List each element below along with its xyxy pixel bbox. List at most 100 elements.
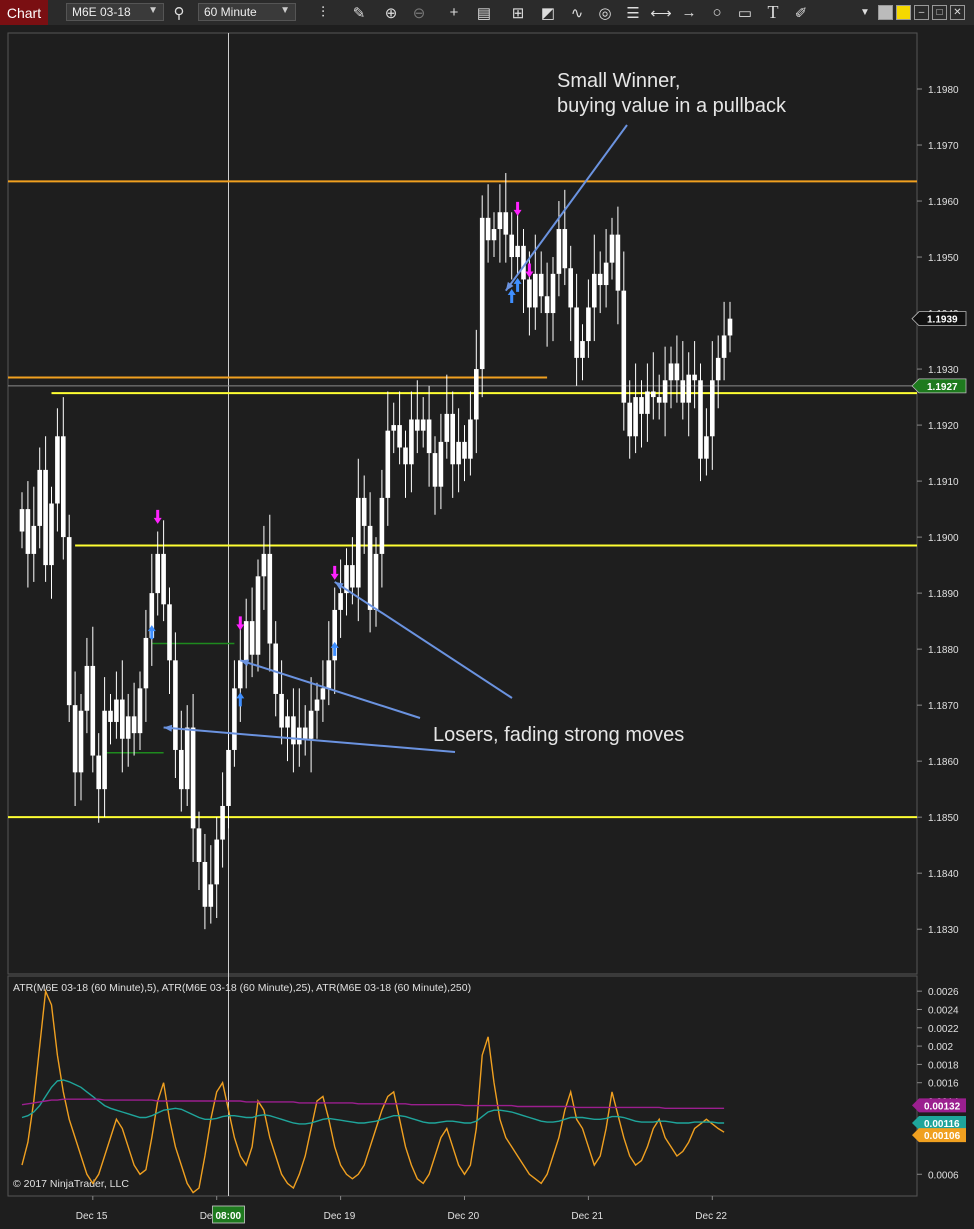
minimize-icon[interactable]: –: [914, 5, 929, 20]
candle-body: [662, 380, 668, 403]
candle-body: [544, 296, 550, 314]
candle-body: [474, 369, 479, 420]
zoom-out-icon[interactable]: ⊖: [408, 0, 430, 25]
candle-body: [556, 229, 562, 274]
candle-body: [379, 497, 385, 554]
wave-icon[interactable]: ∿: [566, 0, 588, 25]
candle-body: [143, 637, 149, 689]
candle-body: [633, 397, 638, 437]
candle-body: [686, 374, 691, 403]
atr-tick-label: 0.0016: [928, 1079, 959, 1090]
maximize-icon[interactable]: □: [932, 5, 947, 20]
interval-label: 60 Minute: [204, 5, 257, 19]
price-tick-label: 1.1960: [928, 197, 959, 208]
price-tick-label: 1.1830: [928, 925, 959, 936]
candle-body: [214, 839, 219, 885]
candle-body: [597, 273, 603, 286]
candle-body: [31, 525, 37, 554]
candle-body: [403, 447, 408, 465]
instrument-selector[interactable]: M6E 03-18 ▼: [66, 3, 164, 21]
candle-body: [202, 861, 208, 907]
atr-panel-label: ATR(M6E 03-18 (60 Minute),5), ATR(M6E 03…: [13, 982, 471, 994]
chart-toolbar: Chart M6E 03-18 ▼ ⚲ 60 Minute ▼ ⫶ ✎ ⊕ ⊖ …: [0, 0, 974, 26]
instrument-label: M6E 03-18: [72, 5, 131, 19]
copyright-label: © 2017 NinjaTrader, LLC: [13, 1178, 129, 1190]
candle-body: [114, 699, 119, 722]
close-icon[interactable]: ✕: [950, 5, 965, 20]
annotation-winner-line1: Small Winner,: [557, 70, 680, 92]
candle-body: [19, 509, 25, 532]
price-badge-label: 1.1939: [927, 315, 958, 326]
candle-body: [285, 716, 290, 728]
time-tick-label: Dec 15: [76, 1211, 108, 1222]
candle-body: [485, 217, 491, 241]
candle-body: [314, 699, 320, 711]
templates-icon[interactable]: ☰: [622, 0, 644, 25]
candle-body: [167, 604, 172, 661]
candle-body: [426, 419, 432, 454]
candle-body: [356, 497, 361, 588]
candle-body: [338, 593, 343, 610]
candle-body: [320, 688, 326, 700]
tools-icon[interactable]: ✐: [790, 0, 812, 25]
properties-icon[interactable]: ◎: [594, 0, 616, 25]
candle-body: [190, 727, 196, 829]
candle-body: [479, 217, 485, 370]
candle-body: [721, 335, 727, 358]
candle-body: [409, 419, 414, 465]
candle-body: [698, 380, 703, 459]
candle-body: [533, 273, 538, 308]
candle-body: [615, 234, 621, 291]
rectangle-icon[interactable]: ▭: [734, 0, 756, 25]
candle-body: [102, 710, 107, 790]
candle-body: [261, 553, 267, 577]
ellipse-icon[interactable]: ○: [706, 0, 728, 25]
candle-body: [503, 212, 509, 235]
candle-body: [120, 699, 125, 739]
candle-body: [302, 727, 308, 739]
price-tick-label: 1.1870: [928, 701, 959, 712]
indicators-icon[interactable]: ◩: [537, 0, 559, 25]
arrow-icon[interactable]: →: [678, 0, 700, 25]
text-icon[interactable]: T: [762, 0, 784, 25]
atr-badge-label: 0.00132: [924, 1101, 961, 1112]
candle-body: [196, 828, 202, 862]
data-box-icon[interactable]: ▤: [473, 0, 495, 25]
candle-body: [243, 621, 249, 661]
price-tick-label: 1.1840: [928, 869, 959, 880]
candle-body: [420, 419, 426, 431]
chart-tab[interactable]: Chart: [0, 0, 48, 25]
draw-icon[interactable]: ✎: [348, 0, 370, 25]
candle-body: [90, 665, 96, 756]
candle-body: [373, 553, 379, 610]
zoom-in-icon[interactable]: ⊕: [380, 0, 402, 25]
candle-body: [184, 727, 190, 790]
candle-body: [49, 503, 54, 566]
colour-icon[interactable]: [896, 5, 911, 20]
interval-selector[interactable]: 60 Minute ▼: [198, 3, 296, 21]
crosshair-icon[interactable]: +: [443, 0, 465, 25]
candle-body: [680, 380, 686, 403]
price-tick-label: 1.1910: [928, 477, 959, 488]
candle-body: [255, 576, 261, 655]
candle-body: [444, 413, 450, 442]
strategies-icon[interactable]: ⊞: [507, 0, 529, 25]
candle-body: [72, 705, 78, 773]
atr-tick-label: 0.0022: [928, 1024, 959, 1035]
candle-body: [297, 727, 302, 745]
candle-body: [627, 402, 632, 437]
candle-body: [220, 805, 225, 840]
line-icon[interactable]: ⟷: [650, 0, 672, 25]
candle-body: [468, 419, 473, 459]
candle-body: [232, 688, 237, 750]
tile-icon[interactable]: [878, 5, 893, 20]
candle-body: [562, 229, 568, 269]
search-icon[interactable]: ⚲: [168, 0, 190, 25]
candle-body: [656, 397, 662, 403]
chart-canvas[interactable]: Small Winner, buying value in a pullback…: [0, 25, 974, 1229]
price-tick-label: 1.1850: [928, 813, 959, 824]
candle-body: [397, 425, 402, 448]
candle-body: [238, 660, 243, 689]
menu-caret-icon[interactable]: ▼: [858, 0, 872, 25]
bar-type-icon[interactable]: ⫶: [312, 0, 334, 25]
